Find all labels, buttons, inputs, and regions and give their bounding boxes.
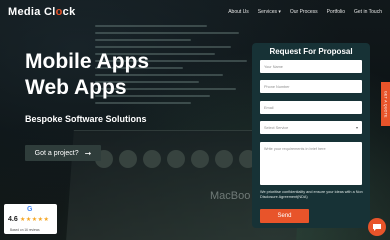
phone-field[interactable]: Phone Number <box>260 80 362 93</box>
chevron-down-icon: ▾ <box>355 125 358 130</box>
form-title: Request For Proposal <box>269 47 353 56</box>
nav-item-about[interactable]: About Us <box>228 9 249 15</box>
nav-item-contact[interactable]: Get in Touch <box>354 9 382 15</box>
email-field[interactable]: Email <box>260 101 362 114</box>
privacy-note: We prioritise confidentiality and ensure… <box>260 190 363 199</box>
cta-label: Got a project? <box>34 149 79 157</box>
site-header: Media Clock About Us Services ▾ Our Proc… <box>0 0 390 24</box>
name-field[interactable]: Your Name <box>260 60 362 73</box>
main-nav: About Us Services ▾ Our Process Portfoli… <box>228 9 382 15</box>
laptop-brand-text: MacBoo <box>210 190 251 202</box>
hero-title-line2: Web Apps <box>25 76 127 99</box>
google-icon: G <box>27 206 33 213</box>
send-button[interactable]: Send <box>260 209 309 223</box>
rating-score: 4.6 <box>8 216 18 223</box>
got-project-button[interactable]: Got a project? ➞ <box>25 145 101 161</box>
message-textarea[interactable]: Write your requirements in brief here <box>260 142 362 185</box>
nav-item-services[interactable]: Services ▾ <box>258 9 281 15</box>
rating-reviews: Based on 16 reviews <box>10 228 40 232</box>
nav-item-portfolio[interactable]: Portfolio <box>327 9 345 15</box>
hero-title: Mobile Apps Web Apps <box>25 49 149 101</box>
nav-item-process[interactable]: Our Process <box>290 9 318 15</box>
rating-stars: ★★★★★ <box>20 217 50 223</box>
proposal-form: Request For Proposal Your Name Phone Num… <box>252 43 370 228</box>
hero-title-line1: Mobile Apps <box>25 50 150 73</box>
arrow-right-icon: ➞ <box>84 148 92 158</box>
logo[interactable]: Media Clock <box>8 6 76 18</box>
google-rating-badge[interactable]: G 4.6 ★★★★★ Based on 16 reviews <box>4 204 57 234</box>
chat-bubble-icon[interactable] <box>368 218 386 236</box>
hero-subtitle: Bespoke Software Solutions <box>25 114 147 124</box>
get-quote-tab[interactable]: GET A QUOTE <box>381 82 390 126</box>
service-select[interactable]: Select Service ▾ <box>260 121 362 134</box>
